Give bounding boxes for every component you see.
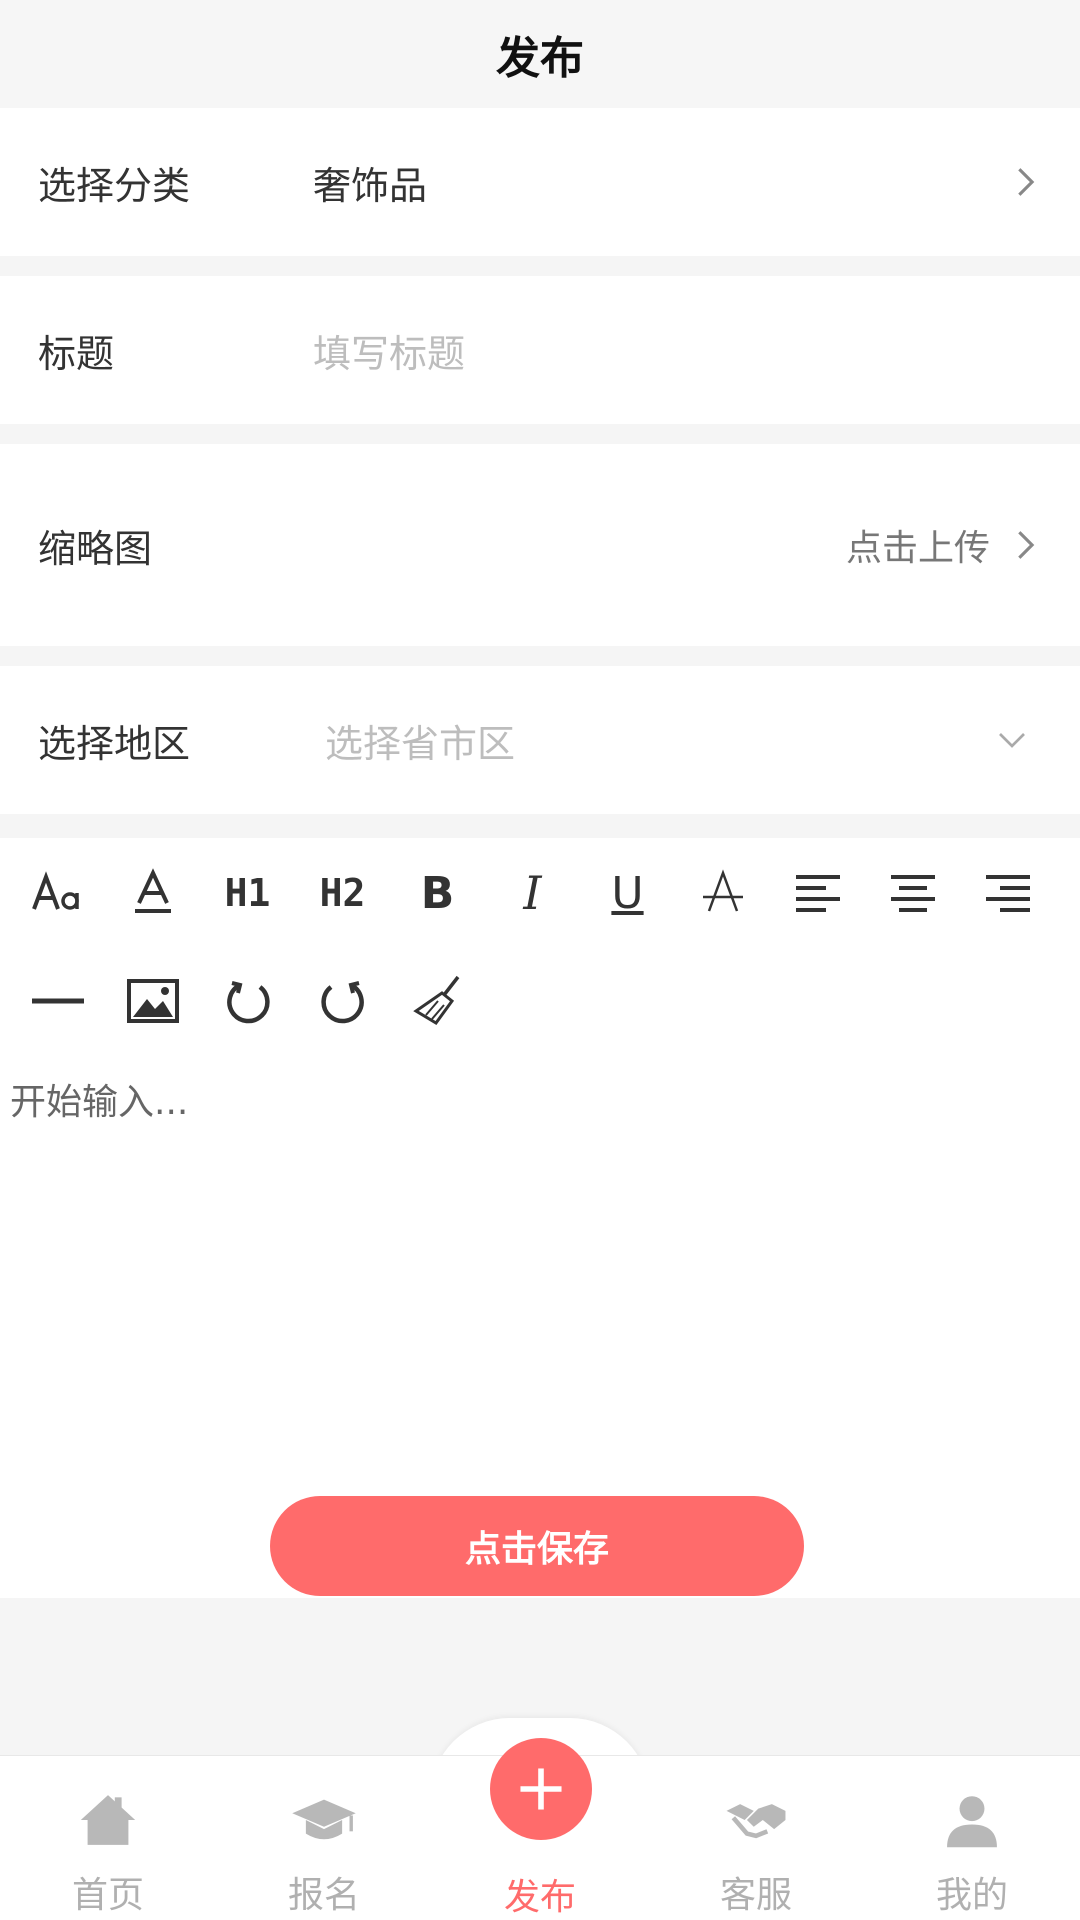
undo-icon bbox=[226, 981, 270, 1024]
category-chevron-wrap bbox=[1008, 165, 1042, 199]
category-label: 选择分类 bbox=[38, 163, 191, 208]
tab-mine-label: 我的 bbox=[935, 1875, 1008, 1916]
italic-button[interactable]: I bbox=[485, 848, 580, 938]
tab-service-label: 客服 bbox=[719, 1875, 792, 1916]
tab-home-label: 首页 bbox=[71, 1875, 144, 1916]
tab-publish-label: 发布 bbox=[503, 1877, 576, 1918]
redo-button[interactable] bbox=[295, 956, 390, 1046]
upload-link[interactable]: 点击上传 bbox=[846, 519, 990, 571]
thumbnail-label: 缩略图 bbox=[38, 526, 153, 571]
title-row[interactable]: 标题 填写标题 bbox=[0, 276, 1080, 424]
region-select[interactable]: 选择省市区 bbox=[313, 713, 994, 768]
thumbnail-upload[interactable]: 点击上传 bbox=[846, 519, 1042, 571]
insert-image-button[interactable] bbox=[105, 956, 200, 1046]
broom-icon bbox=[412, 975, 459, 1025]
graduation-cap-icon bbox=[292, 1799, 356, 1840]
heading-2-label: H2 bbox=[319, 871, 366, 915]
thumbnail-row[interactable]: 缩略图 点击上传 bbox=[0, 444, 1080, 646]
redo-icon bbox=[320, 981, 364, 1024]
home-icon bbox=[80, 1795, 136, 1845]
heading-2-button[interactable]: H2 bbox=[295, 848, 390, 938]
toolbar-row-1: H1 H2 B I U bbox=[0, 848, 1080, 938]
font-size-button[interactable] bbox=[10, 848, 105, 938]
category-value: 奢饰品 bbox=[313, 163, 428, 208]
heading-1-button[interactable]: H1 bbox=[200, 848, 295, 938]
align-right-icon bbox=[985, 875, 1030, 912]
title-label: 标题 bbox=[38, 331, 115, 376]
region-label: 选择地区 bbox=[38, 721, 191, 766]
chevron-right-icon bbox=[1018, 168, 1035, 196]
rich-text-editor: H1 H2 B I U 开始输入... 点击保存 bbox=[0, 838, 1080, 1598]
italic-label: I bbox=[523, 866, 542, 920]
chevron-down-icon bbox=[999, 733, 1025, 748]
chevron-right-icon bbox=[1018, 531, 1035, 559]
category-row[interactable]: 选择分类 奢饰品 bbox=[0, 108, 1080, 256]
toolbar-row-2 bbox=[0, 956, 1080, 1046]
underline-button[interactable]: U bbox=[580, 848, 675, 938]
image-icon bbox=[126, 979, 179, 1023]
save-button[interactable]: 点击保存 bbox=[270, 1496, 804, 1596]
tab-publish[interactable] bbox=[490, 1738, 592, 1840]
bold-label: B bbox=[420, 867, 455, 919]
font-color-icon bbox=[134, 868, 171, 913]
tab-service[interactable]: 客服 bbox=[648, 1756, 864, 1920]
strikethrough-button[interactable] bbox=[675, 848, 770, 938]
font-color-button[interactable] bbox=[105, 848, 200, 938]
align-left-button[interactable] bbox=[770, 848, 865, 938]
clear-format-button[interactable] bbox=[390, 956, 485, 1046]
font-size-icon bbox=[31, 871, 79, 910]
bold-button[interactable]: B bbox=[390, 848, 485, 938]
strikethrough-icon bbox=[702, 869, 743, 912]
align-left-icon bbox=[795, 875, 840, 912]
handshake-icon bbox=[726, 1804, 786, 1839]
align-center-icon bbox=[890, 875, 935, 912]
align-center-button[interactable] bbox=[865, 848, 960, 938]
tab-home[interactable]: 首页 bbox=[0, 1756, 216, 1920]
app-root: 发布 选择分类 奢饰品 标题 填写标题 缩略图 点击上传 选择地区 选择省市区 bbox=[0, 0, 1080, 1920]
align-right-button[interactable] bbox=[960, 848, 1055, 938]
tab-mine[interactable]: 我的 bbox=[864, 1756, 1080, 1920]
tab-signup[interactable]: 报名 bbox=[216, 1756, 432, 1920]
editor-input[interactable]: 开始输入... bbox=[10, 1073, 1070, 1373]
plus-icon bbox=[520, 1768, 562, 1810]
region-row[interactable]: 选择地区 选择省市区 bbox=[0, 666, 1080, 814]
underline-label: U bbox=[611, 867, 644, 919]
page-title: 发布 bbox=[496, 33, 584, 84]
top-bar: 发布 bbox=[0, 0, 1080, 108]
heading-1-label: H1 bbox=[224, 871, 271, 915]
horizontal-rule-icon bbox=[31, 998, 84, 1004]
tab-signup-label: 报名 bbox=[287, 1875, 360, 1916]
title-input[interactable]: 填写标题 bbox=[313, 323, 1042, 378]
user-icon bbox=[947, 1796, 997, 1848]
horizontal-rule-button[interactable] bbox=[10, 956, 105, 1046]
undo-button[interactable] bbox=[200, 956, 295, 1046]
